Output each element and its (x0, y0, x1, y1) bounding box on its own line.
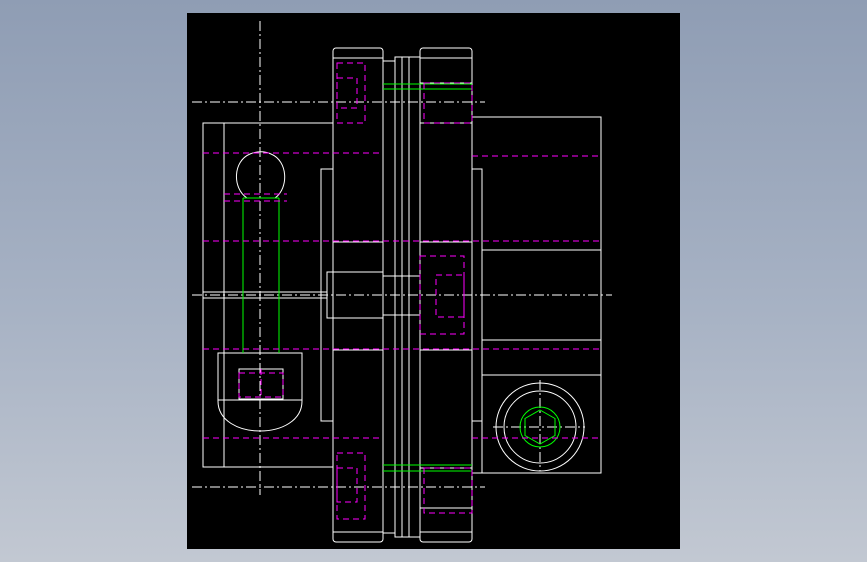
screw-pocket (481, 374, 602, 474)
bolt-shank-lines (383, 83, 472, 472)
cad-viewport[interactable] (187, 13, 680, 549)
clamp-screw-head-top (236, 151, 286, 199)
clamp-screw-thread (242, 197, 280, 353)
cad-drawing (192, 21, 612, 543)
